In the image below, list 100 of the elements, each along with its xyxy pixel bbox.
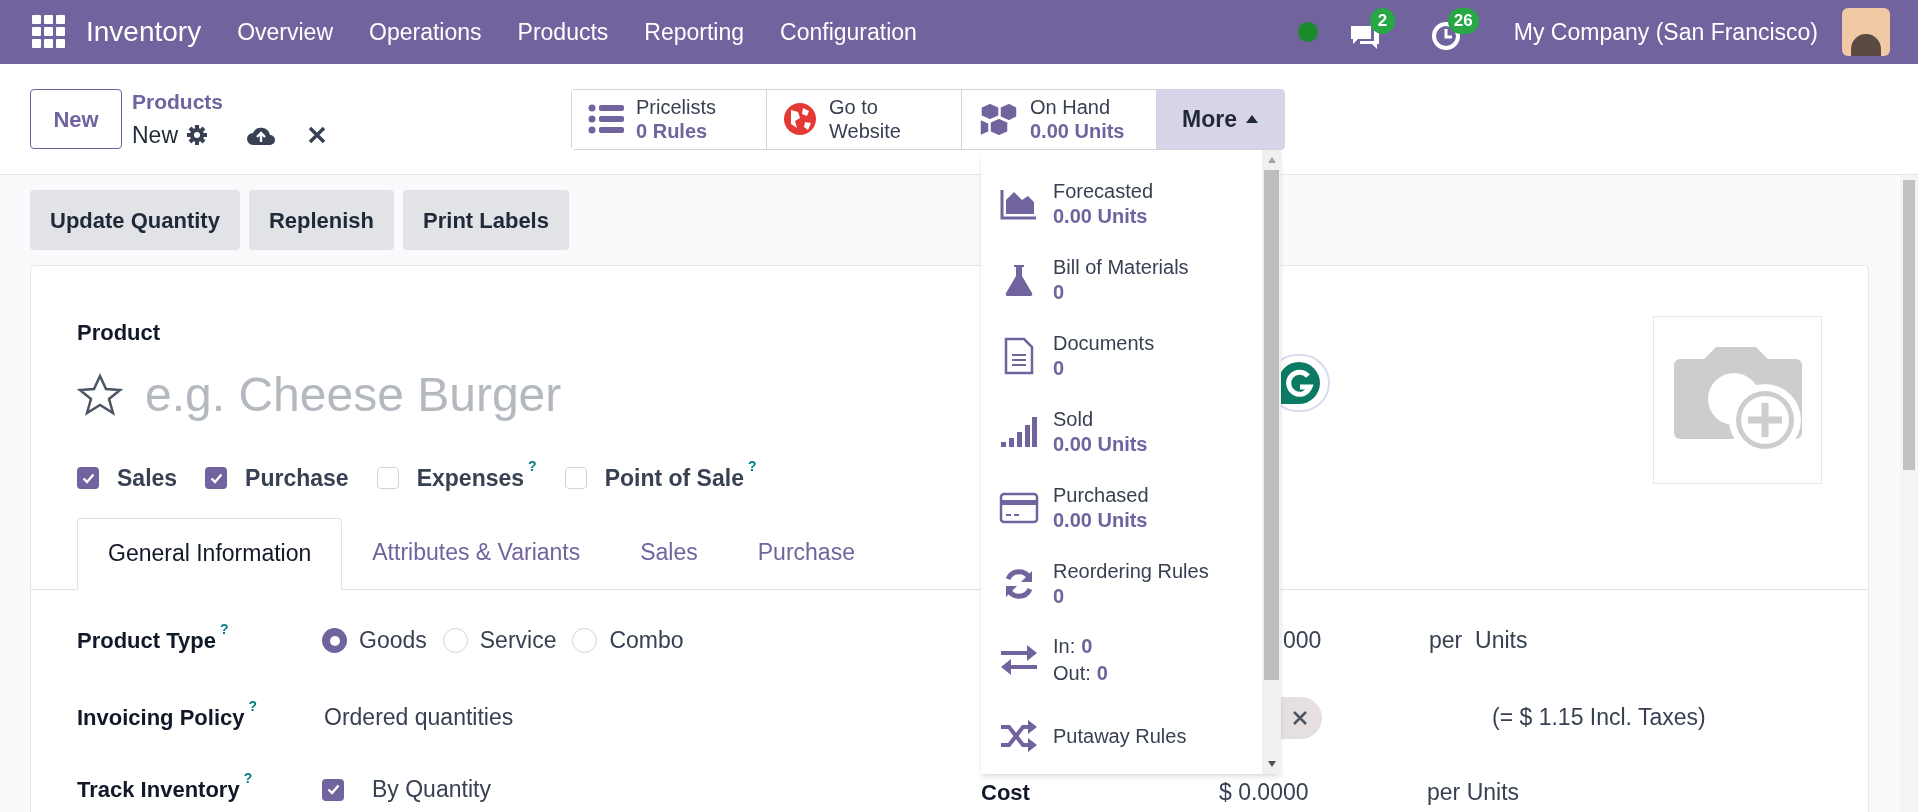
radio-label: Service [479,626,557,656]
smart-button-label: Pricelists [636,95,716,119]
breadcrumb-link[interactable]: Products [132,86,562,118]
menu-item-label: Reordering Rules [1053,559,1209,584]
smart-button[interactable]: Pricelists 0 Rules [572,89,767,149]
field-value[interactable]: By Quantity [372,772,491,807]
menu-scrollbar[interactable] [1262,150,1281,774]
menu-item-value: 0 [1053,356,1066,381]
check-icon [209,472,223,484]
unit-label: per Units [1429,626,1528,656]
checkbox-label: Point of Sale [604,464,744,493]
menu-item-value: 0 [1081,634,1093,659]
menu-item-value: 0.00 Units [1053,432,1148,457]
dropdown-menu-item[interactable]: Purchased 0.00 Units [981,470,1262,546]
globe-icon [783,102,817,136]
smart-button-label: Go to [829,95,879,119]
star-icon[interactable] [77,373,123,417]
menu-item-label: In: [1053,634,1076,659]
user-avatar[interactable] [1842,8,1890,56]
more-button[interactable]: More [1157,89,1284,149]
new-button[interactable]: New [30,89,122,149]
form-tab[interactable]: Purchase [727,516,885,589]
navbar-menu-item[interactable]: Overview [237,14,334,50]
navbar-menu-item[interactable]: Operations [369,14,482,50]
help-tooltip-icon[interactable]: ? [219,622,229,636]
help-tooltip-icon[interactable]: ? [248,699,258,713]
checkbox-label: Expenses [416,464,525,493]
checkbox-label: Sales [117,464,178,493]
document-icon [1004,337,1034,375]
menu-item-value: 0 [1096,661,1108,686]
field-label: Track Inventory [77,776,240,804]
menu-item-label: Out: [1053,661,1091,686]
company-switcher[interactable]: My Company (San Francisco) [1513,14,1818,50]
menu-item-label: Bill of Materials [1053,255,1189,280]
navbar-menu-item[interactable]: Products [517,14,609,50]
scroll-down-icon[interactable] [1266,760,1277,768]
navbar-menu-item[interactable]: Configuration [780,14,917,50]
dropdown-menu-item[interactable]: Bill of Materials 0 [981,242,1262,318]
radio-button[interactable] [322,628,347,653]
field-value[interactable]: 000 [1283,623,1403,658]
help-tooltip-icon[interactable]: ? [243,771,253,785]
menu-item-label: Putaway Rules [1053,724,1187,749]
check-icon [326,784,340,795]
form-tab[interactable]: General Information [77,517,343,590]
action-button[interactable]: Update Quantity [30,190,240,250]
radio-button[interactable] [442,628,468,653]
smart-button-label: On Hand [1030,95,1112,119]
unit-label: per Units [1427,778,1520,808]
field-label: Cost [981,779,1031,807]
checkbox[interactable] [322,778,344,801]
smart-button-value: 0.00 Units [1030,119,1125,143]
close-icon [1291,709,1308,726]
action-button[interactable]: Print Labels [403,190,569,250]
shuffle-icon [999,719,1039,753]
menu-item-label: Purchased [1053,483,1149,508]
record-name: New [132,120,178,150]
checkbox[interactable] [564,467,587,490]
page-scrollbar[interactable] [1900,175,1918,812]
credit-card-icon [999,492,1039,524]
form-tab[interactable]: Sales [610,516,728,589]
radio-button[interactable] [572,628,598,653]
checkbox[interactable] [205,467,228,490]
product-name-field[interactable]: e.g. Cheese Burger [145,359,845,431]
menu-item-value: 0.00 Units [1053,508,1149,533]
app-name[interactable]: Inventory [86,11,202,53]
settings-icon[interactable] [186,123,208,146]
signal-bars-icon [1000,416,1038,448]
dropdown-menu-item[interactable]: Reordering Rules 0 [981,546,1262,622]
close-icon[interactable] [308,125,326,144]
form-tab[interactable]: Attributes & Variants [342,516,611,589]
checkbox[interactable] [376,467,399,490]
action-button[interactable]: Replenish [248,190,395,250]
help-tooltip-icon[interactable]: ? [528,459,537,473]
smart-button-value: 0 Rules [636,119,709,143]
checkbox[interactable] [77,467,99,490]
menu-item-value: 0 [1053,584,1066,609]
field-label: Product Type [77,627,216,655]
list-icon [588,104,624,134]
app-grid-icon[interactable] [32,15,66,49]
area-chart-icon [1000,188,1038,220]
exchange-arrows-icon [999,643,1039,677]
help-tooltip-icon[interactable]: ? [747,459,757,473]
check-icon [81,472,95,484]
tax-included-note: (= $ 1.15 Incl. Taxes) [1492,703,1706,733]
field-label: Invoicing Policy [77,704,245,732]
dropdown-menu-item[interactable]: Forecasted 0.00 Units [981,166,1262,242]
cubes-icon [978,101,1018,137]
menu-item-label: Documents [1053,331,1155,356]
dropdown-menu-item[interactable]: Putaway Rules [981,698,1262,774]
field-value[interactable]: $ 0.0000 [1219,775,1349,810]
message-count-badge: 2 [1369,8,1396,34]
dropdown-menu-item[interactable]: Documents 0 [981,318,1262,394]
dropdown-menu-item[interactable]: Sold 0.00 Units [981,394,1262,470]
flask-icon [1003,263,1035,297]
menu-item-value: 0.00 Units [1053,204,1149,229]
radio-label: Combo [609,626,684,656]
dropdown-menu-item[interactable]: In: 0 Out: 0 [981,622,1262,698]
navbar-menu-item[interactable]: Reporting [644,14,745,50]
field-value[interactable]: Ordered quantities [324,700,514,735]
checkbox-label: Purchase [245,464,349,493]
